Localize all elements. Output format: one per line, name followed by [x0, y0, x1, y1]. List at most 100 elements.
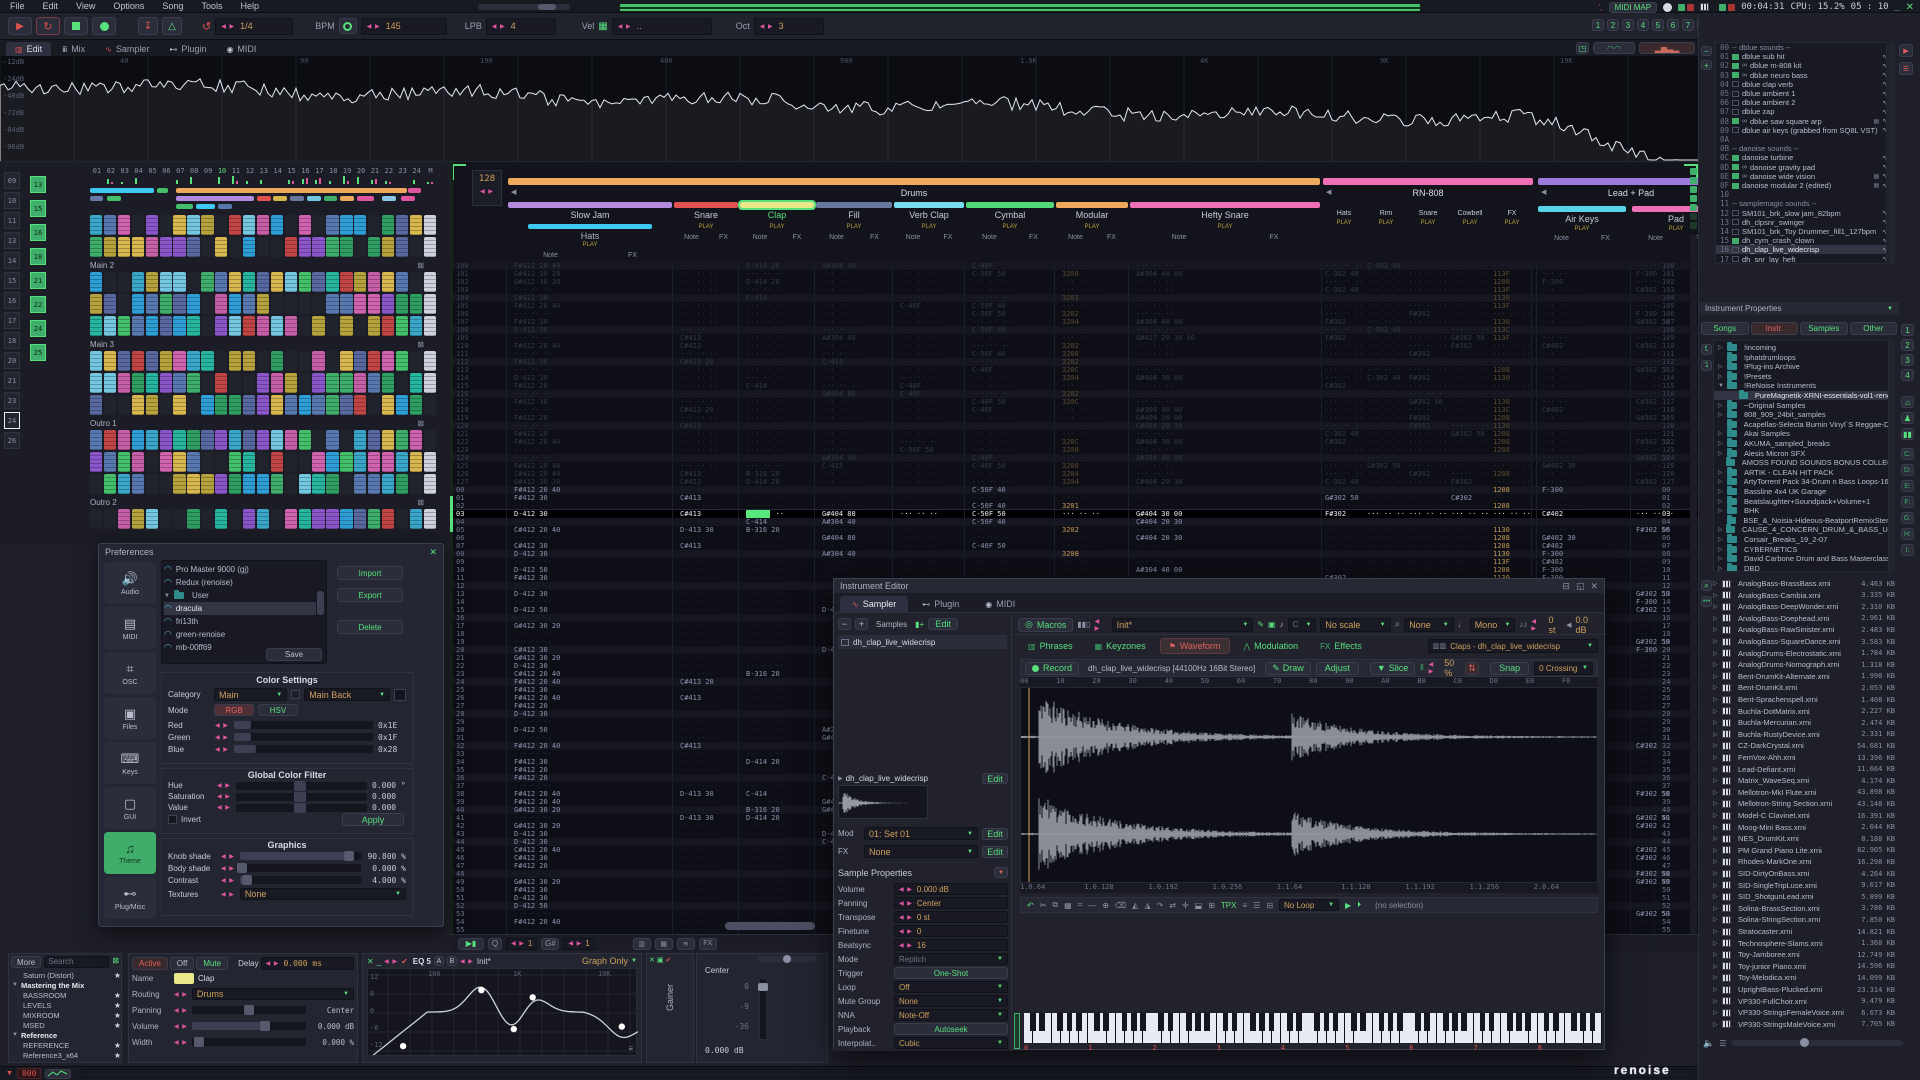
- matrix-cell[interactable]: [312, 474, 324, 494]
- file-row[interactable]: ▷AnalogDrums-Nomograph.xrni1.318 KB: [1713, 659, 1895, 670]
- pattern-length-spinner[interactable]: ◀ ▶: [473, 188, 501, 195]
- matrix-cell[interactable]: [187, 237, 199, 257]
- midi-map-button[interactable]: MIDI MAP: [1609, 2, 1657, 13]
- tracker-cell[interactable]: F#412 20 40: [514, 694, 670, 702]
- black-key[interactable]: [1158, 1013, 1164, 1031]
- wave-tool-icon-2[interactable]: ▦: [1064, 901, 1072, 910]
- tracker-cell[interactable]: ··· ·· ··: [680, 454, 736, 462]
- quick-slot-3[interactable]: 3: [1901, 354, 1914, 366]
- file-filter-button[interactable]: •••: [1701, 596, 1712, 607]
- quantize-field[interactable]: ◀ ▶1/4: [215, 18, 293, 35]
- instrument-row[interactable]: 09dblue air keys (grabbed from SQ8L VST)…: [1716, 126, 1887, 135]
- mono-field[interactable]: Mono▼: [1470, 618, 1516, 632]
- tracker-cell[interactable]: ··· ·· ··: [972, 430, 1052, 438]
- tracker-cell[interactable]: 3201: [1062, 294, 1126, 302]
- matrix-alias-bar[interactable]: [157, 188, 168, 193]
- tracker-cell[interactable]: ··· ·· ··: [822, 270, 890, 278]
- matrix-col-number[interactable]: 19: [340, 167, 354, 175]
- matrix-cell[interactable]: [160, 237, 172, 257]
- matrix-cell[interactable]: [340, 294, 352, 314]
- matrix-cell[interactable]: [312, 452, 324, 472]
- file-row[interactable]: ▷AnalogBass-Doephead.xrni2.961 KB: [1713, 613, 1895, 624]
- matrix-cell[interactable]: [118, 373, 130, 393]
- black-key[interactable]: [1571, 1013, 1577, 1031]
- matrix-cell[interactable]: [146, 452, 158, 472]
- tracker-cell[interactable]: ··· ·· ··: [1409, 438, 1447, 446]
- track-color-bar[interactable]: [894, 202, 964, 208]
- tracker-cell[interactable]: ··· ·· ··: [1325, 278, 1363, 286]
- matrix-cell[interactable]: [424, 373, 436, 393]
- tracker-cell[interactable]: ··· ·· ··: [680, 278, 736, 286]
- matrix-col-number[interactable]: 03: [118, 167, 132, 175]
- matrix-cell[interactable]: [215, 316, 227, 336]
- tracker-cell[interactable]: 3204: [1062, 318, 1126, 326]
- matrix-cell[interactable]: [396, 395, 408, 415]
- folder-row[interactable]: ▷Akai Samples: [1714, 429, 1889, 438]
- tracker-cell[interactable]: C-414: [746, 518, 812, 526]
- tracker-cell[interactable]: ··· ·· ··: [680, 430, 736, 438]
- note-column-label[interactable]: Note: [1648, 235, 1663, 242]
- tracker-cell[interactable]: C#413: [680, 694, 736, 702]
- tracker-cell[interactable]: ··· ·· ··: [1493, 342, 1531, 350]
- tracker-cell[interactable]: ··· ·· ··: [822, 382, 890, 390]
- black-key[interactable]: [1388, 1013, 1394, 1031]
- browser-tab-instr[interactable]: Instr.: [1751, 322, 1799, 335]
- tracker-cell[interactable]: ··· ·· ··: [1325, 470, 1363, 478]
- category-dropdown-1[interactable]: Main▼: [214, 688, 287, 701]
- matrix-cell[interactable]: [271, 351, 283, 371]
- tracker-cell[interactable]: C-50F 50: [972, 270, 1052, 278]
- black-key[interactable]: [1553, 1013, 1559, 1031]
- tracker-cell[interactable]: 1130: [1493, 294, 1531, 302]
- black-key[interactable]: [1186, 1013, 1192, 1031]
- tracker-cell[interactable]: C-50F 50: [900, 446, 962, 454]
- matrix-cell[interactable]: [410, 294, 422, 314]
- prefs-nav-gui[interactable]: ▢GUI: [104, 787, 156, 829]
- drive-G[interactable]: G:: [1901, 512, 1914, 524]
- fx-column-label[interactable]: FX: [719, 234, 728, 241]
- prop-spinner[interactable]: ◀ ▶: [899, 886, 913, 893]
- matrix-cell[interactable]: [243, 395, 255, 415]
- tracker-cell[interactable]: C-40F 50: [972, 462, 1052, 470]
- matrix-cell[interactable]: [326, 272, 338, 292]
- tracker-cell[interactable]: 113F: [1493, 334, 1531, 342]
- matrix-cell[interactable]: [173, 272, 185, 292]
- metronome-beat-button[interactable]: △: [162, 17, 182, 35]
- tracker-cell[interactable]: ··· ·· ··: [1136, 302, 1318, 310]
- tracker-cell[interactable]: ··· ·· ··: [1325, 446, 1363, 454]
- tracker-cell[interactable]: A#304 40 00: [1136, 270, 1318, 278]
- tracker-cell[interactable]: 1130: [1493, 526, 1531, 534]
- wave-tool-icon-4[interactable]: —: [1088, 901, 1096, 910]
- tracker-cell[interactable]: 1130: [1493, 374, 1531, 382]
- tracker-cell[interactable]: ··· ·· ··: [1367, 350, 1405, 358]
- tracker-cell[interactable]: F#302: [1409, 310, 1447, 318]
- tracker-cell[interactable]: ··· ·· ··: [1451, 510, 1489, 518]
- matrix-cell[interactable]: [271, 474, 283, 494]
- matrix-cell[interactable]: [132, 373, 144, 393]
- play-sel-icon[interactable]: ▶: [1345, 901, 1351, 910]
- color-swatch[interactable]: [291, 690, 300, 699]
- tracker-cell[interactable]: ··· ·· ··: [900, 294, 962, 302]
- tracker-cell[interactable]: G#302 50: [1367, 462, 1405, 470]
- slice-button[interactable]: ▼Slice: [1370, 662, 1415, 675]
- note-column-label[interactable]: Note: [543, 252, 558, 259]
- channel-spinner[interactable]: ◀ ▶: [215, 746, 229, 753]
- tracker-cell[interactable]: D-412 30: [514, 894, 670, 902]
- instrument-row[interactable]: 03∞dblue neuro bass∿: [1716, 71, 1887, 80]
- matrix-cell[interactable]: [90, 316, 102, 336]
- matrix-cell[interactable]: [187, 351, 199, 371]
- eq-minimize-icon[interactable]: _: [377, 957, 381, 966]
- matrix-cell[interactable]: [382, 215, 394, 235]
- dsp-item[interactable]: MIXROOM★: [9, 1010, 121, 1020]
- matrix-cell[interactable]: [340, 430, 352, 450]
- track-color-bar[interactable]: [674, 202, 738, 208]
- tracker-cell[interactable]: ··· ·· ··: [680, 414, 736, 422]
- tracker-cell[interactable]: ··· ·· ··: [746, 422, 812, 430]
- tracker-cell[interactable]: ··· ·· ··: [1542, 422, 1628, 430]
- matrix-cell[interactable]: [257, 373, 269, 393]
- matrix-cell[interactable]: [410, 474, 422, 494]
- matrix-cell[interactable]: [368, 215, 380, 235]
- tracker-cell[interactable]: D-414 20: [746, 278, 812, 286]
- matrix-cell[interactable]: [424, 316, 436, 336]
- slider-handle[interactable]: [294, 781, 306, 791]
- matrix-cell[interactable]: [201, 474, 213, 494]
